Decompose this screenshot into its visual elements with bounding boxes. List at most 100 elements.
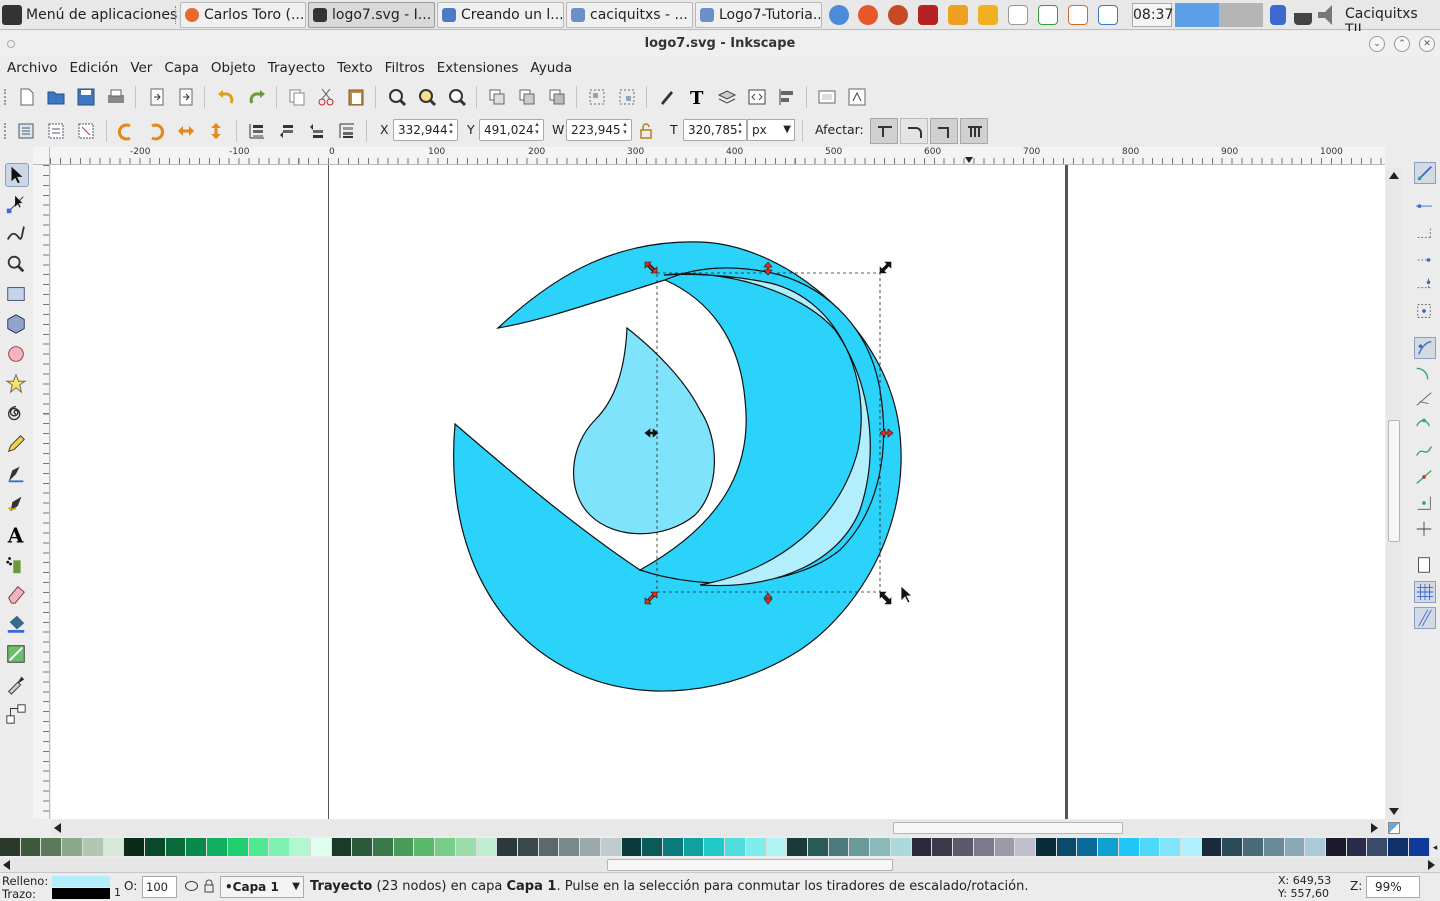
palette-swatch[interactable] [517, 838, 539, 856]
snap-bbox-edge-icon[interactable] [1414, 223, 1436, 245]
fill-stroke-icon[interactable] [657, 87, 677, 107]
tool-icon[interactable] [948, 5, 968, 25]
group-icon[interactable] [587, 87, 607, 107]
unlink-clone-icon[interactable] [547, 87, 567, 107]
menu-objeto[interactable]: Objeto [211, 57, 256, 79]
menu-trayecto[interactable]: Trayecto [268, 57, 325, 79]
palette-swatch[interactable] [20, 838, 42, 856]
palette-scrollbar[interactable] [0, 858, 1440, 872]
palette-swatch[interactable] [953, 838, 974, 856]
spreadsheet-icon[interactable] [1038, 5, 1058, 25]
bluetooth-icon[interactable] [1270, 5, 1286, 25]
palette-swatch[interactable] [621, 838, 643, 856]
workspace-1[interactable] [1175, 3, 1219, 27]
palette-scroll-left-icon[interactable] [3, 860, 10, 870]
palette-swatch[interactable] [476, 838, 498, 856]
presentation-icon[interactable] [1068, 5, 1088, 25]
task-folder-1[interactable]: caciquitxs - ... [566, 2, 693, 28]
snap-smooth-nodes-icon[interactable] [1414, 441, 1436, 463]
spray-tool[interactable] [5, 553, 29, 577]
redo-icon[interactable] [247, 87, 267, 107]
terminal-icon[interactable] [918, 5, 938, 25]
palette-swatch[interactable] [1305, 838, 1326, 856]
x-field[interactable]: 332,944 [393, 119, 458, 141]
palette-scroll-right-icon[interactable] [1428, 860, 1435, 870]
zoom-drawing-icon[interactable] [417, 87, 437, 107]
undo-icon[interactable] [216, 87, 236, 107]
copy-icon[interactable] [287, 87, 307, 107]
palette-swatch[interactable] [0, 838, 21, 856]
palette-swatch[interactable] [310, 838, 332, 856]
palette-swatch[interactable] [124, 838, 146, 856]
palette-swatch[interactable] [393, 838, 415, 856]
snap-rotation-centers-icon[interactable] [1414, 519, 1436, 541]
zoom-tool[interactable] [5, 253, 29, 277]
palette-swatch[interactable] [372, 838, 394, 856]
w-field[interactable]: 223,945 [566, 119, 632, 141]
tweak-tool[interactable] [5, 223, 29, 247]
palette-swatch[interactable] [725, 838, 746, 856]
snap-cusp-nodes-icon[interactable] [1414, 415, 1436, 437]
task-document[interactable]: Creando un l... [437, 2, 564, 28]
horizontal-scrollbar[interactable] [51, 820, 1385, 836]
palette-swatch[interactable] [973, 838, 995, 856]
task-inkscape[interactable]: logo7.svg - I... [308, 2, 435, 28]
palette-swatch[interactable] [41, 838, 63, 856]
lower-to-bottom-icon[interactable] [337, 121, 357, 141]
paste-icon[interactable] [346, 87, 366, 107]
raise-icon[interactable] [277, 121, 297, 141]
app-menu-button[interactable]: Menú de aplicaciones [2, 2, 177, 28]
flip-horizontal-icon[interactable] [176, 121, 196, 141]
palette-swatch[interactable] [828, 838, 850, 856]
snap-paths-icon[interactable] [1414, 363, 1436, 385]
palette-swatch[interactable] [269, 838, 291, 856]
preferences-icon[interactable] [847, 87, 867, 107]
snap-bbox-midpoint-icon[interactable] [1414, 275, 1436, 297]
palette-swatch[interactable] [497, 838, 518, 856]
palette-scroll-thumb[interactable] [607, 859, 893, 871]
palette-swatch[interactable] [1367, 838, 1389, 856]
horizontal-ruler[interactable]: -200 -100 0 100 200 300 400 500 600 700 … [50, 147, 1385, 165]
palette-swatch[interactable] [766, 838, 788, 856]
deselect-icon[interactable] [76, 121, 96, 141]
palette-swatch[interactable] [890, 838, 912, 856]
palette-swatch[interactable] [683, 838, 705, 856]
snap-nodes-toggle[interactable] [1414, 337, 1436, 359]
palette-swatch[interactable] [1180, 838, 1202, 856]
palette-swatch[interactable] [870, 838, 891, 856]
snap-object-centers-icon[interactable] [1414, 493, 1436, 515]
rotate-ccw-icon[interactable] [116, 121, 136, 141]
workspace-switcher[interactable] [1175, 3, 1263, 27]
zoom-page-icon[interactable] [447, 87, 467, 107]
palette-swatch[interactable] [1243, 838, 1264, 856]
palette-swatch[interactable] [103, 838, 125, 856]
palette-swatch[interactable] [207, 838, 228, 856]
snap-bbox-center-icon[interactable] [1414, 301, 1436, 323]
color-manage-icon[interactable] [1388, 822, 1400, 834]
eraser-tool[interactable] [5, 583, 29, 607]
palette-swatch[interactable] [186, 838, 208, 856]
palette-swatch[interactable] [704, 838, 726, 856]
snap-grids-toggle[interactable] [1414, 581, 1436, 603]
volume-icon[interactable] [1318, 5, 1332, 25]
layers-icon[interactable] [717, 87, 737, 107]
vertical-scrollbar[interactable] [1386, 168, 1402, 820]
drop-path[interactable] [572, 326, 715, 535]
palette-swatch[interactable] [642, 838, 663, 856]
vertical-scroll-thumb[interactable] [1388, 420, 1400, 542]
network-icon[interactable] [1294, 5, 1312, 25]
menu-ayuda[interactable]: Ayuda [530, 57, 572, 79]
firefox-icon[interactable] [858, 5, 878, 25]
gradient-tool[interactable] [5, 643, 29, 667]
snap-toggle[interactable] [1414, 162, 1436, 184]
task-folder-2[interactable]: Logo7-Tutoria... [695, 2, 822, 28]
palette-swatch[interactable] [1284, 838, 1306, 856]
xml-editor-icon[interactable] [747, 87, 767, 107]
3d-box-tool[interactable] [5, 313, 29, 337]
palette-swatch[interactable] [663, 838, 684, 856]
palette-swatch[interactable] [1326, 838, 1347, 856]
menu-capa[interactable]: Capa [164, 57, 199, 79]
select-all-icon[interactable] [16, 121, 36, 141]
menu-texto[interactable]: Texto [337, 57, 373, 79]
palette-swatch[interactable] [932, 838, 954, 856]
